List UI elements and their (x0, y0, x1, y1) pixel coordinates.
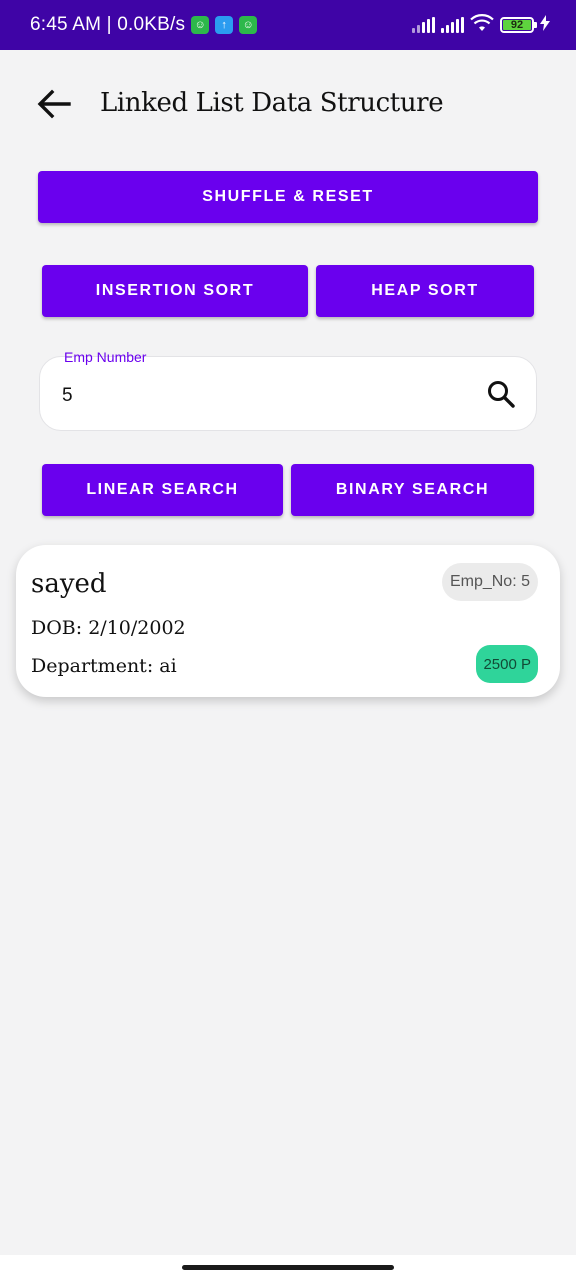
robot-icon: ☺ (239, 16, 258, 34)
robot-icon: ☺ (191, 16, 210, 34)
signal-strength-icon (412, 17, 435, 33)
upload-icon: ↑ (215, 16, 234, 34)
wifi-icon (470, 13, 494, 37)
shuffle-reset-button[interactable]: SHUFFLE & RESET (38, 171, 538, 223)
emp-number-label: Emp Number (64, 349, 147, 365)
linear-search-button[interactable]: LINEAR SEARCH (42, 464, 283, 516)
page-title: Linked List Data Structure (100, 88, 444, 118)
navigation-bar (0, 1255, 576, 1280)
home-gesture-handle[interactable] (182, 1265, 394, 1270)
emp-number-chip: Emp_No: 5 (441, 563, 538, 601)
search-icon (488, 381, 515, 408)
battery-level: 92 (503, 19, 531, 31)
back-button[interactable] (32, 82, 76, 126)
status-time: 6:45 AM | 0.0KB/s (30, 14, 186, 35)
insertion-sort-button[interactable]: INSERTION SORT (42, 265, 308, 317)
emp-number-field[interactable]: Emp Number 5 (39, 349, 537, 431)
status-bar-right: 92 (412, 13, 550, 37)
emp-number-input[interactable]: 5 (62, 385, 73, 407)
heap-sort-button[interactable]: HEAP SORT (316, 265, 534, 317)
search-button[interactable] (484, 377, 518, 411)
salary-chip: 2500 P (476, 645, 538, 683)
charging-icon (540, 14, 550, 36)
battery-icon: 92 (500, 17, 537, 33)
signal-strength-icon (441, 17, 464, 33)
employee-card[interactable]: sayed Emp_No: 5 DOB: 2/10/2002 Departmen… (16, 545, 560, 697)
status-bar-left: 6:45 AM | 0.0KB/s ☺ ↑ ☺ (30, 14, 258, 36)
app-bar: Linked List Data Structure (0, 50, 576, 160)
employee-dob: DOB: 2/10/2002 (31, 617, 186, 639)
arrow-left-icon (37, 89, 71, 119)
binary-search-button[interactable]: BINARY SEARCH (291, 464, 534, 516)
employee-department: Department: ai (31, 655, 177, 677)
employee-name: sayed (31, 569, 107, 599)
status-bar: 6:45 AM | 0.0KB/s ☺ ↑ ☺ 92 (0, 0, 576, 50)
